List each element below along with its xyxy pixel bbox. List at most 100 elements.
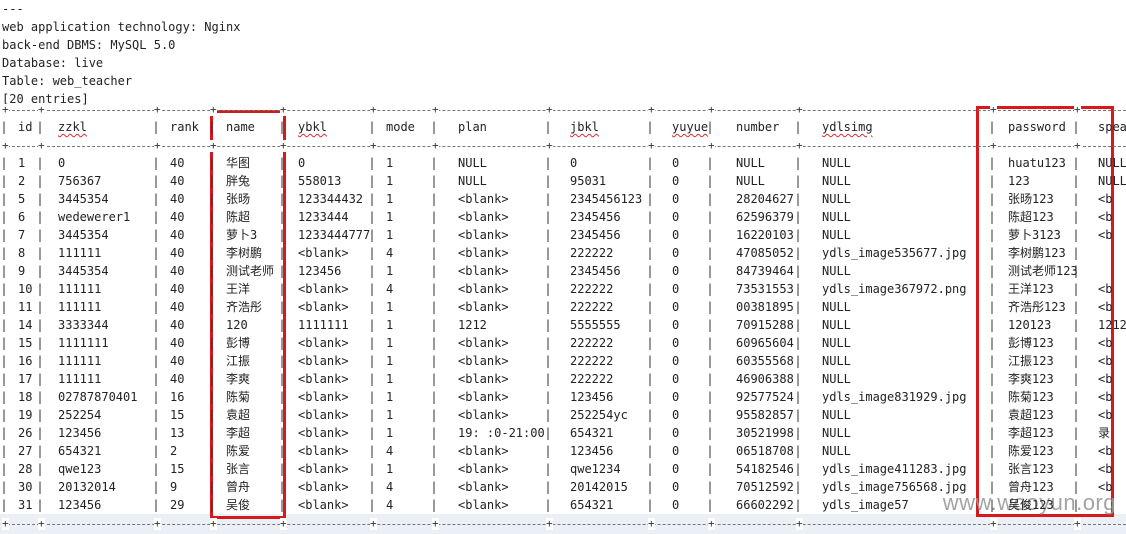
- cell-yuyue: 0: [672, 390, 680, 404]
- cell-ybkl: 1111111: [298, 318, 349, 332]
- cell-name: 华图: [226, 156, 251, 170]
- header-speak: speak: [1098, 120, 1126, 134]
- column-pipe: |: [278, 390, 286, 404]
- cell-jbkl: 123456: [570, 390, 614, 404]
- column-pipe: |: [430, 372, 438, 386]
- column-pipe: |: [794, 336, 802, 350]
- cell-password: 王洋123: [1008, 282, 1054, 296]
- cell-mode: 4: [386, 282, 394, 296]
- column-pipe: |: [278, 246, 286, 260]
- column-pipe: |: [368, 354, 376, 368]
- cell-ybkl: 558013: [298, 174, 342, 188]
- cell-jbkl: 222222: [570, 354, 614, 368]
- cell-mode: 1: [386, 408, 394, 422]
- column-pipe: |: [36, 156, 44, 170]
- cell-name: 萝卜3: [226, 228, 258, 242]
- column-pipe: |: [706, 300, 714, 314]
- column-pipe: |: [430, 120, 438, 134]
- column-pipe: |: [646, 480, 654, 494]
- column-pipe: |: [794, 192, 802, 206]
- column-pipe: |: [368, 480, 376, 494]
- column-pipe: |: [36, 192, 44, 206]
- table-row: | | | | | | | | | | | | | 2 756367 40 胖兔 558013 1 NULL 95031…: [0, 172, 1126, 190]
- column-pipe: |: [1072, 498, 1080, 512]
- column-pipe: |: [208, 264, 216, 278]
- cell-ydlsimg: NULL: [822, 156, 851, 170]
- column-pipe: |: [1072, 408, 1080, 422]
- cell-ydlsimg: NULL: [822, 192, 851, 206]
- column-pipe: |: [544, 120, 552, 134]
- column-pipe: |: [208, 120, 216, 134]
- column-pipe: |: [706, 372, 714, 386]
- column-pipe: |: [430, 390, 438, 404]
- column-pipe: |: [208, 210, 216, 224]
- separator-plus: +: [648, 517, 655, 530]
- cell-plan: <blank>: [458, 498, 509, 512]
- cell-plan: <blank>: [458, 228, 509, 242]
- cell-yuyue: 0: [672, 264, 680, 278]
- column-pipe: |: [0, 282, 8, 296]
- column-pipe: |: [544, 462, 552, 476]
- column-pipe: |: [794, 300, 802, 314]
- column-pipe: |: [988, 282, 996, 296]
- column-pipe: |: [0, 264, 8, 278]
- cell-plan: <blank>: [458, 246, 509, 260]
- cell-ybkl: 123456: [298, 264, 342, 278]
- cell-number: 46906388: [736, 372, 794, 386]
- column-pipe: |: [430, 210, 438, 224]
- cell-yuyue: 0: [672, 282, 680, 296]
- cell-speak: <b: [1098, 408, 1113, 422]
- cell-jbkl: 95031: [570, 174, 607, 188]
- column-pipe: |: [430, 444, 438, 458]
- column-pipe: |: [1072, 318, 1080, 332]
- column-pipe: |: [706, 228, 714, 242]
- column-pipe: |: [430, 354, 438, 368]
- cell-mode: 4: [386, 444, 394, 458]
- cell-number: 30521998: [736, 426, 794, 440]
- cell-ybkl: <blank>: [298, 426, 349, 440]
- separator-plus: +: [648, 139, 655, 152]
- separator-plus: +: [38, 139, 45, 152]
- column-pipe: |: [544, 246, 552, 260]
- column-pipe: |: [278, 372, 286, 386]
- cell-ybkl: <blank>: [298, 246, 349, 260]
- column-pipe: |: [0, 120, 8, 134]
- column-pipe: |: [278, 354, 286, 368]
- cell-id: 16: [18, 354, 33, 368]
- column-pipe: |: [0, 354, 8, 368]
- column-pipe: |: [208, 228, 216, 242]
- cell-id: 11: [18, 300, 33, 314]
- cell-password: 测试老师123: [1008, 264, 1078, 278]
- meta-line: back-end DBMS: MySQL 5.0: [2, 38, 176, 52]
- cell-ydlsimg: NULL: [822, 210, 851, 224]
- cell-jbkl: 222222: [570, 282, 614, 296]
- column-pipe: |: [988, 228, 996, 242]
- column-pipe: |: [0, 210, 8, 224]
- column-pipe: |: [430, 318, 438, 332]
- cell-plan: <blank>: [458, 300, 509, 314]
- cell-zzkl: 1111111: [58, 336, 109, 350]
- cell-plan: <blank>: [458, 264, 509, 278]
- column-pipe: |: [794, 264, 802, 278]
- cell-jbkl: 2345456: [570, 264, 621, 278]
- cell-rank: 40: [170, 210, 185, 224]
- column-pipe: |: [544, 354, 552, 368]
- column-pipe: |: [152, 300, 160, 314]
- cell-zzkl: wedewerer1: [58, 210, 131, 224]
- cell-rank: 40: [170, 246, 185, 260]
- cell-password: 123: [1008, 174, 1030, 188]
- column-pipe: |: [794, 390, 802, 404]
- column-pipe: |: [0, 336, 8, 350]
- column-pipe: |: [706, 336, 714, 350]
- column-pipe: |: [152, 174, 160, 188]
- cell-mode: 4: [386, 498, 394, 512]
- cell-zzkl: 252254: [58, 408, 102, 422]
- cell-rank: 40: [170, 336, 185, 350]
- column-pipe: |: [544, 282, 552, 296]
- column-pipe: |: [208, 408, 216, 422]
- column-pipe: |: [278, 228, 286, 242]
- column-pipe: |: [278, 426, 286, 440]
- cell-zzkl: 3445354: [58, 192, 109, 206]
- cell-jbkl: 222222: [570, 246, 614, 260]
- column-pipe: |: [794, 444, 802, 458]
